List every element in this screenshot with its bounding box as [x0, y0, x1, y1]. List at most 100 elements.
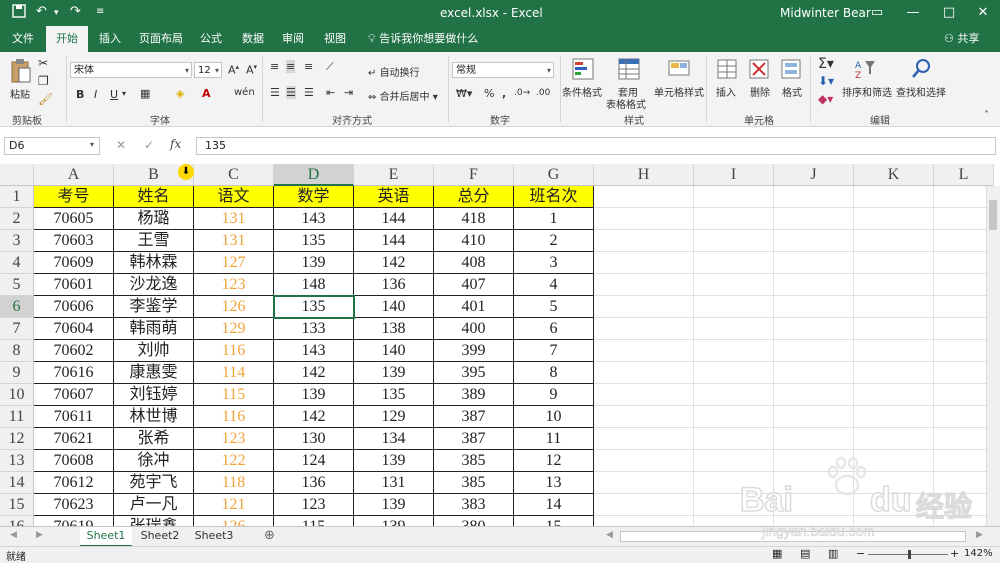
- table-cell[interactable]: 刘帅: [114, 340, 194, 362]
- cell-styles-icon[interactable]: [668, 58, 690, 80]
- empty-cell[interactable]: [774, 186, 854, 208]
- empty-cell[interactable]: [694, 274, 774, 296]
- table-cell[interactable]: 韩林霖: [114, 252, 194, 274]
- empty-cell[interactable]: [694, 318, 774, 340]
- clear-icon[interactable]: ◆▾: [818, 92, 833, 106]
- table-cell[interactable]: 118: [194, 472, 274, 494]
- zoom-level[interactable]: 142%: [964, 548, 993, 559]
- empty-cell[interactable]: [934, 406, 994, 428]
- cancel-icon[interactable]: ✕: [116, 138, 126, 152]
- collapse-ribbon-icon[interactable]: ˄: [984, 110, 989, 121]
- table-cell[interactable]: 苑宇飞: [114, 472, 194, 494]
- table-cell[interactable]: 389: [434, 384, 514, 406]
- table-cell[interactable]: 142: [274, 362, 354, 384]
- tab-file[interactable]: 文件: [6, 26, 40, 52]
- row-header-6[interactable]: 6: [0, 296, 34, 318]
- format-as-table-label2[interactable]: 表格格式: [606, 96, 646, 111]
- table-cell[interactable]: 385: [434, 450, 514, 472]
- table-cell[interactable]: 70607: [34, 384, 114, 406]
- font-color-icon[interactable]: A: [202, 87, 211, 100]
- empty-cell[interactable]: [594, 362, 694, 384]
- empty-cell[interactable]: [774, 318, 854, 340]
- zoom-out-icon[interactable]: −: [856, 547, 865, 560]
- empty-cell[interactable]: [934, 296, 994, 318]
- row-header-13[interactable]: 13: [0, 450, 34, 472]
- empty-cell[interactable]: [774, 230, 854, 252]
- undo-dropdown-icon[interactable]: ▾: [54, 8, 59, 18]
- empty-cell[interactable]: [694, 406, 774, 428]
- empty-cell[interactable]: [774, 406, 854, 428]
- table-cell[interactable]: 144: [354, 230, 434, 252]
- table-cell[interactable]: 140: [354, 296, 434, 318]
- column-header-c[interactable]: C: [194, 164, 274, 186]
- user-name[interactable]: Midwinter Bear: [780, 6, 871, 20]
- add-sheet-icon[interactable]: ⊕: [264, 528, 275, 543]
- empty-cell[interactable]: [934, 340, 994, 362]
- table-cell[interactable]: 5: [514, 296, 594, 318]
- empty-cell[interactable]: [854, 384, 934, 406]
- tab-page-layout[interactable]: 页面布局: [134, 26, 188, 52]
- row-header-11[interactable]: 11: [0, 406, 34, 428]
- save-icon[interactable]: [12, 4, 26, 22]
- redo-icon[interactable]: ↷: [70, 4, 81, 19]
- table-cell[interactable]: 卢一凡: [114, 494, 194, 516]
- table-header-cell[interactable]: 考号: [34, 186, 114, 208]
- table-cell[interactable]: 131: [194, 208, 274, 230]
- row-header-15[interactable]: 15: [0, 494, 34, 516]
- font-size-combo[interactable]: 12 ▾: [194, 62, 222, 78]
- page-layout-view-icon[interactable]: ▤: [800, 547, 810, 560]
- sheet-tab-3[interactable]: Sheet3: [188, 527, 240, 547]
- undo-icon[interactable]: ↶: [36, 4, 47, 19]
- table-header-cell[interactable]: 语文: [194, 186, 274, 208]
- table-cell[interactable]: 4: [514, 274, 594, 296]
- insert-label[interactable]: 插入: [716, 84, 736, 99]
- table-cell[interactable]: 13: [514, 472, 594, 494]
- decrease-font-icon[interactable]: A▾: [246, 63, 257, 77]
- table-cell[interactable]: 沙龙逸: [114, 274, 194, 296]
- table-cell[interactable]: 399: [434, 340, 514, 362]
- table-cell[interactable]: 116: [194, 406, 274, 428]
- format-cells-icon[interactable]: [780, 58, 802, 80]
- column-header-k[interactable]: K: [854, 164, 934, 186]
- vertical-scroll-thumb[interactable]: [989, 200, 997, 230]
- share-button[interactable]: ⚇ 共享: [944, 26, 979, 52]
- row-header-12[interactable]: 12: [0, 428, 34, 450]
- table-cell[interactable]: 148: [274, 274, 354, 296]
- column-header-j[interactable]: J: [774, 164, 854, 186]
- table-cell[interactable]: 14: [514, 494, 594, 516]
- table-cell[interactable]: 395: [434, 362, 514, 384]
- table-cell[interactable]: 70604: [34, 318, 114, 340]
- table-cell[interactable]: 115: [194, 384, 274, 406]
- empty-cell[interactable]: [694, 252, 774, 274]
- row-header-7[interactable]: 7: [0, 318, 34, 340]
- sort-filter-label[interactable]: 排序和筛选: [842, 84, 892, 99]
- merge-center-button[interactable]: ⇔ 合并后居中 ▾: [368, 88, 438, 103]
- table-cell[interactable]: 140: [354, 340, 434, 362]
- scroll-left-icon[interactable]: ◀: [10, 530, 17, 540]
- table-cell[interactable]: 70602: [34, 340, 114, 362]
- table-cell[interactable]: 129: [354, 406, 434, 428]
- table-cell[interactable]: 126: [194, 516, 274, 526]
- table-cell[interactable]: 70616: [34, 362, 114, 384]
- table-cell[interactable]: 刘钰婷: [114, 384, 194, 406]
- table-cell[interactable]: 2: [514, 230, 594, 252]
- increase-indent-icon[interactable]: ⇥: [344, 86, 353, 99]
- vertical-scrollbar[interactable]: [986, 186, 1000, 526]
- table-cell[interactable]: 15: [514, 516, 594, 526]
- customize-qat-icon[interactable]: ≡: [96, 6, 104, 17]
- row-header-14[interactable]: 14: [0, 472, 34, 494]
- empty-cell[interactable]: [774, 252, 854, 274]
- table-cell[interactable]: 徐冲: [114, 450, 194, 472]
- table-cell[interactable]: 70619: [34, 516, 114, 526]
- empty-cell[interactable]: [594, 494, 694, 516]
- increase-font-icon[interactable]: A▴: [228, 63, 239, 77]
- fill-icon[interactable]: ⬇▾: [818, 74, 834, 88]
- autosum-icon[interactable]: Σ▾: [818, 56, 834, 72]
- empty-cell[interactable]: [934, 318, 994, 340]
- table-cell[interactable]: 张希: [114, 428, 194, 450]
- empty-cell[interactable]: [594, 318, 694, 340]
- normal-view-icon[interactable]: ▦: [772, 547, 782, 560]
- table-header-cell[interactable]: 总分: [434, 186, 514, 208]
- empty-cell[interactable]: [854, 252, 934, 274]
- table-cell[interactable]: 70603: [34, 230, 114, 252]
